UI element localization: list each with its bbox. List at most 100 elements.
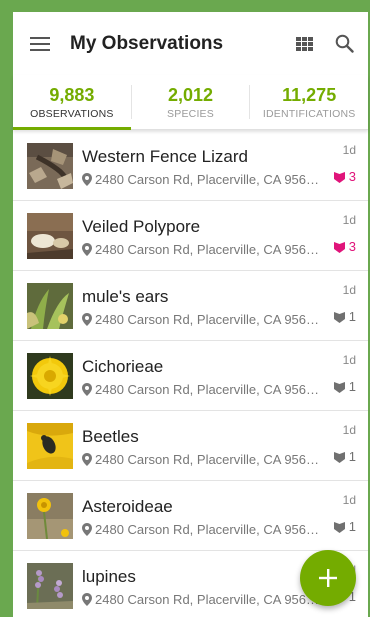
- identification-count: 1: [333, 379, 356, 394]
- search-button[interactable]: [324, 12, 364, 75]
- frame-border-top: [0, 0, 370, 12]
- location-text: 2480 Carson Rd, Placerville, CA 95667, U…: [95, 521, 320, 537]
- observation-row[interactable]: Beetles 2480 Carson Rd, Placerville, CA …: [13, 411, 368, 481]
- observation-photo: [27, 212, 73, 259]
- age-text: 1d: [342, 353, 356, 367]
- identification-icon: [333, 451, 345, 463]
- observation-name: Asteroideae: [82, 496, 173, 516]
- observation-name: Cichorieae: [82, 356, 164, 376]
- identification-count-text: 1: [348, 519, 356, 534]
- age-text: 1d: [342, 143, 356, 157]
- observation-age: 1d: [343, 491, 356, 509]
- observation-name: Veiled Polypore: [82, 216, 201, 236]
- observation-row[interactable]: Veiled Polypore 2480 Carson Rd, Placervi…: [13, 201, 368, 271]
- observation-row[interactable]: Western Fence Lizard 2480 Carson Rd, Pla…: [13, 131, 368, 201]
- observation-location: 2480 Carson Rd, Placerville, CA 95667, U…: [82, 522, 320, 537]
- observation-age: 1d: [343, 421, 356, 439]
- observation-age: 1d: [343, 141, 356, 159]
- observation-photo: [27, 142, 73, 189]
- observation-info: Asteroideae 2480 Carson Rd, Placerville,…: [82, 495, 368, 537]
- observation-photo: [27, 422, 73, 469]
- species-count: 2,012: [167, 84, 214, 105]
- observation-info: Beetles 2480 Carson Rd, Placerville, CA …: [82, 425, 368, 467]
- identification-icon: [333, 241, 345, 253]
- age-text: 1d: [342, 423, 356, 437]
- observations-label: OBSERVATIONS: [30, 107, 114, 120]
- grid-view-button[interactable]: [284, 12, 324, 75]
- observation-info: Western Fence Lizard 2480 Carson Rd, Pla…: [82, 145, 368, 187]
- identification-count-text: 1: [348, 449, 356, 464]
- observation-location: 2480 Carson Rd, Placerville, CA 95667, U…: [82, 452, 320, 467]
- observation-location: 2480 Carson Rd, Placerville, CA 95667, U…: [82, 312, 320, 327]
- identification-count: 3: [333, 239, 356, 254]
- identification-icon: [333, 521, 345, 533]
- observation-row[interactable]: mule's ears 2480 Carson Rd, Placerville,…: [13, 271, 368, 341]
- observation-name: lupines: [82, 566, 136, 586]
- observation-info: mule's ears 2480 Carson Rd, Placerville,…: [82, 285, 368, 327]
- identification-count-text: 1: [348, 309, 356, 324]
- page-title: My Observations: [70, 32, 224, 54]
- observation-info: Cichorieae 2480 Carson Rd, Placerville, …: [82, 355, 368, 397]
- age-text: 1d: [342, 213, 356, 227]
- frame-border-left: [0, 0, 13, 617]
- location-text: 2480 Carson Rd, Placerville, CA 95667, U…: [95, 451, 320, 467]
- tab-identifications[interactable]: 11,275 IDENTIFICATIONS: [250, 75, 368, 129]
- location-pin-icon: [82, 312, 92, 326]
- observations-count: 9,883: [49, 84, 95, 105]
- observation-photo: [27, 352, 73, 399]
- age-text: 1d: [342, 283, 356, 297]
- location-text: 2480 Carson Rd, Placerville, CA 95667, U…: [95, 171, 320, 187]
- grid-view-icon: [295, 36, 313, 51]
- stats-tabs: 9,883 OBSERVATIONS 2,012 SPECIES 11,275 …: [13, 75, 368, 130]
- identifications-count: 11,275: [282, 84, 337, 105]
- observation-location: 2480 Carson Rd, Placerville, CA 95667, U…: [82, 172, 320, 187]
- identification-count: 1: [333, 449, 356, 464]
- location-pin-icon: [82, 382, 92, 396]
- observation-age: 1d: [343, 351, 356, 369]
- identification-count: 1: [333, 519, 356, 534]
- identification-count-text: 1: [348, 379, 356, 394]
- location-text: 2480 Carson Rd, Placerville, CA 95667, U…: [95, 241, 320, 257]
- observation-row[interactable]: Asteroideae 2480 Carson Rd, Placerville,…: [13, 481, 368, 551]
- observation-photo: [27, 492, 73, 539]
- menu-button[interactable]: [13, 12, 67, 75]
- location-text: 2480 Carson Rd, Placerville, CA 95667, U…: [95, 381, 320, 397]
- observation-location: 2480 Carson Rd, Placerville, CA 95667, U…: [82, 382, 320, 397]
- identification-icon: [333, 171, 345, 183]
- observation-photo: [27, 562, 73, 609]
- identifications-label: IDENTIFICATIONS: [262, 107, 356, 120]
- tab-observations[interactable]: 9,883 OBSERVATIONS: [13, 75, 131, 130]
- hamburger-menu-icon: [30, 36, 50, 51]
- identification-count-text: 3: [348, 169, 356, 184]
- location-pin-icon: [82, 452, 92, 466]
- app-frame: My Observations 9,883 OBSERVATIONS 2,012…: [0, 0, 370, 617]
- observation-row[interactable]: Cichorieae 2480 Carson Rd, Placerville, …: [13, 341, 368, 411]
- observation-location: 2480 Carson Rd, Placerville, CA 95667, U…: [82, 242, 320, 257]
- identification-icon: [333, 311, 345, 323]
- observation-info: Veiled Polypore 2480 Carson Rd, Placervi…: [82, 215, 368, 257]
- identification-icon: [333, 381, 345, 393]
- search-icon: [335, 34, 354, 53]
- observation-name: mule's ears: [82, 286, 169, 306]
- tab-species[interactable]: 2,012 SPECIES: [132, 75, 250, 129]
- location-text: 2480 Carson Rd, Placerville, CA 95667, U…: [95, 591, 320, 607]
- observation-age: 1d: [343, 211, 356, 229]
- toolbar: My Observations: [13, 12, 368, 75]
- identification-count: 1: [333, 309, 356, 324]
- identification-count: 3: [333, 169, 356, 184]
- observation-photo: [27, 282, 73, 329]
- add-observation-button[interactable]: [300, 550, 356, 606]
- location-pin-icon: [82, 172, 92, 186]
- observation-age: 1d: [343, 281, 356, 299]
- location-text: 2480 Carson Rd, Placerville, CA 95667, U…: [95, 311, 320, 327]
- age-text: 1d: [342, 493, 356, 507]
- observation-name: Beetles: [82, 426, 139, 446]
- app-screen: My Observations 9,883 OBSERVATIONS 2,012…: [13, 12, 368, 617]
- identification-count-text: 3: [348, 239, 356, 254]
- location-pin-icon: [82, 522, 92, 536]
- observation-location: 2480 Carson Rd, Placerville, CA 95667, U…: [82, 592, 320, 607]
- species-label: SPECIES: [167, 107, 214, 120]
- observation-name: Western Fence Lizard: [82, 146, 248, 166]
- observation-list: Western Fence Lizard 2480 Carson Rd, Pla…: [13, 131, 368, 617]
- location-pin-icon: [82, 592, 92, 606]
